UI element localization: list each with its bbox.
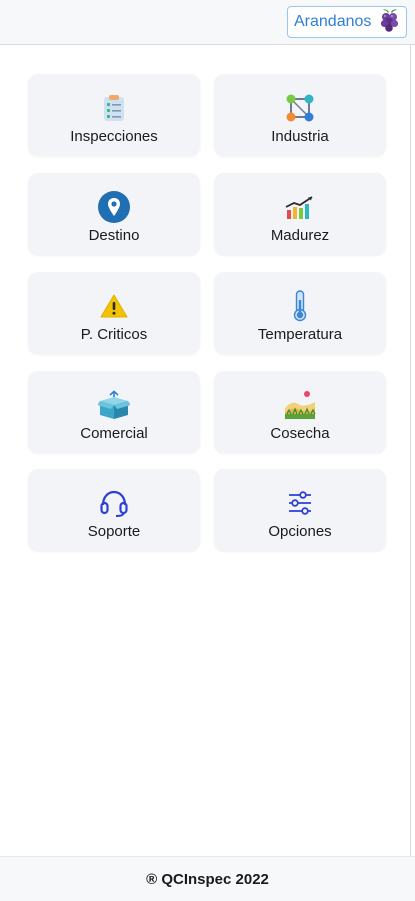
field-icon bbox=[284, 389, 316, 421]
fruit-selector-button[interactable]: Arandanos bbox=[287, 6, 407, 38]
headset-icon bbox=[98, 487, 130, 519]
menu-tile-label: Comercial bbox=[80, 425, 148, 442]
warning-icon bbox=[98, 290, 130, 322]
menu-tile-destino[interactable]: Destino bbox=[28, 173, 200, 255]
menu-tile-label: Destino bbox=[88, 227, 140, 244]
menu-tile-inspecciones[interactable]: Inspecciones bbox=[28, 74, 200, 156]
sliders-icon bbox=[284, 487, 316, 519]
menu-tile-label: Industria bbox=[271, 128, 329, 145]
footer: ® QCInspec 2022 bbox=[0, 856, 415, 901]
menu-tile-label: Cosecha bbox=[270, 425, 330, 442]
menu-tile-soporte[interactable]: Soporte bbox=[28, 469, 200, 551]
checklist-icon bbox=[98, 92, 130, 124]
bar-chart-trend-icon bbox=[284, 191, 316, 223]
thermometer-icon bbox=[284, 290, 316, 322]
menu-tile-label: Temperatura bbox=[257, 326, 343, 343]
copyright-text: ® QCInspec 2022 bbox=[146, 870, 269, 888]
menu-tile-industria[interactable]: Industria bbox=[214, 74, 386, 156]
location-pin-icon bbox=[98, 191, 130, 223]
network-icon bbox=[284, 92, 316, 124]
menu-tile-temperatura[interactable]: Temperatura bbox=[214, 272, 386, 354]
menu-tile-cosecha[interactable]: Cosecha bbox=[214, 371, 386, 453]
menu-tile-comercial[interactable]: Comercial bbox=[28, 371, 200, 453]
menu-tile-label: Inspecciones bbox=[70, 128, 158, 145]
menu-tile-madurez[interactable]: Madurez bbox=[214, 173, 386, 255]
top-bar: Arandanos bbox=[0, 0, 415, 45]
menu-tile-opciones[interactable]: Opciones bbox=[214, 469, 386, 551]
box-icon bbox=[98, 389, 130, 421]
menu-tile-label: Soporte bbox=[87, 523, 141, 540]
menu-tile-label: Madurez bbox=[270, 227, 330, 244]
content-border bbox=[410, 44, 411, 856]
menu-tile-label: Opciones bbox=[268, 523, 332, 540]
fruit-selector-label: Arandanos bbox=[294, 13, 372, 30]
menu-tile-label: P. Criticos bbox=[80, 326, 148, 343]
menu-tile-p-criticos[interactable]: P. Criticos bbox=[28, 272, 200, 354]
blueberry-icon bbox=[378, 7, 402, 38]
